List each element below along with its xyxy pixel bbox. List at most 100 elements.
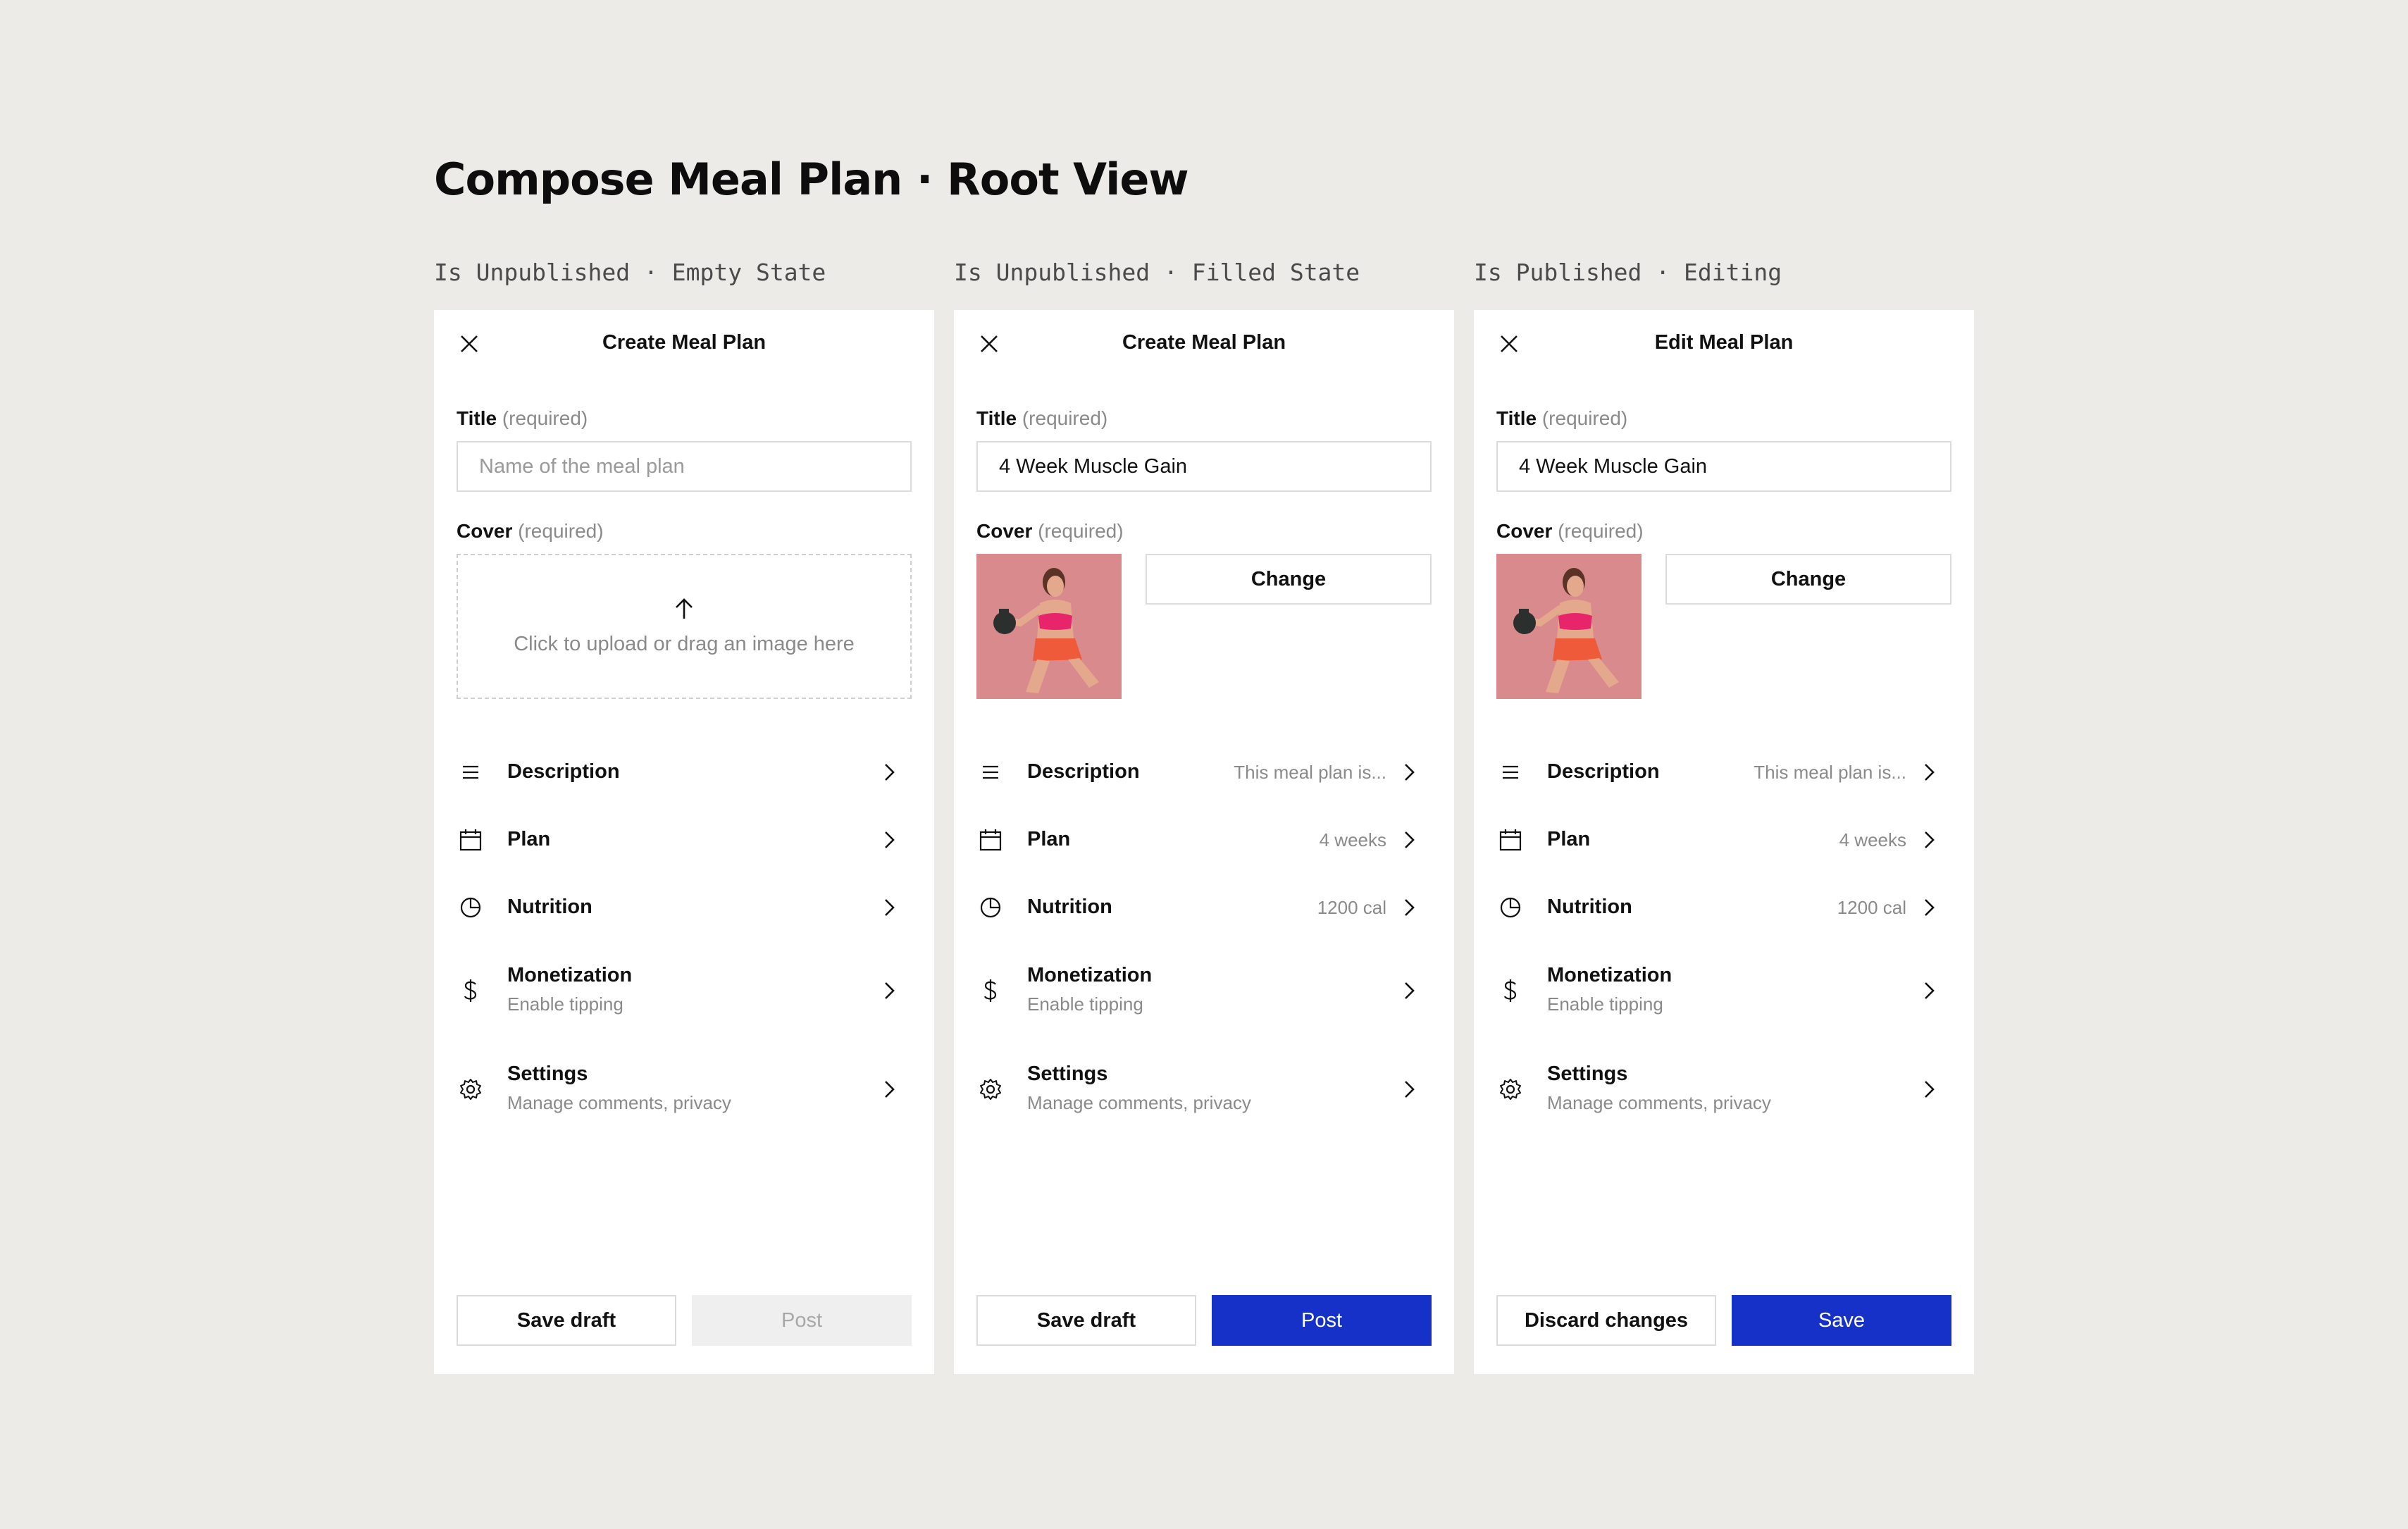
cover-field-label: Cover (required)	[1496, 520, 1644, 542]
compose-panel: Create Meal Plan Title (required) Cover …	[954, 310, 1454, 1374]
menu-item-settings[interactable]: Settings Manage comments, privacy	[1474, 1040, 1974, 1139]
menu-item-nutrition[interactable]: Nutrition 1200 cal	[954, 874, 1454, 941]
cover-field-label: Cover (required)	[457, 520, 604, 542]
calendar-icon	[1496, 826, 1525, 854]
menu-item-plan[interactable]: Plan	[434, 806, 934, 874]
gear-icon	[976, 1075, 1005, 1103]
header-title: Create Meal Plan	[1122, 331, 1286, 354]
chevron-right-icon	[1918, 979, 1940, 1002]
title-input[interactable]	[1496, 441, 1951, 492]
save-button[interactable]: Save	[1732, 1295, 1951, 1346]
title-input[interactable]	[457, 441, 912, 492]
panel-header: Edit Meal Plan	[1474, 310, 1974, 378]
save-draft-button[interactable]: Save draft	[976, 1295, 1196, 1346]
chevron-right-icon	[1398, 896, 1420, 919]
variant-label: Is Unpublished · Filled State	[954, 259, 1360, 286]
menu-item-label: Nutrition	[1027, 896, 1112, 918]
menu-item-settings[interactable]: Settings Manage comments, privacy	[954, 1040, 1454, 1139]
chevron-right-icon	[1398, 1078, 1420, 1101]
post-button[interactable]: Post	[692, 1295, 912, 1346]
menu-item-value: This meal plan is...	[1754, 762, 1906, 783]
chevron-right-icon	[1918, 829, 1940, 851]
menu-item-label: Description	[1027, 760, 1140, 783]
settings-menu: Description This meal plan is... Plan 4 …	[954, 738, 1454, 1139]
menu-item-label: Monetization	[1547, 964, 1672, 986]
menu-item-value: 4 weeks	[1839, 829, 1906, 850]
dollar-icon	[1496, 977, 1525, 1005]
chevron-right-icon	[878, 979, 900, 1002]
menu-item-sublabel: Enable tipping	[1027, 993, 1143, 1015]
pie-chart-icon	[976, 893, 1005, 922]
menu-item-value: 1200 cal	[1317, 897, 1386, 918]
header-title: Edit Meal Plan	[1654, 331, 1794, 354]
upload-hint: Click to upload or drag an image here	[514, 632, 855, 655]
gear-icon	[457, 1075, 485, 1103]
settings-menu: Description This meal plan is... Plan 4 …	[1474, 738, 1974, 1139]
cover-image	[1496, 554, 1641, 699]
chevron-right-icon	[1398, 761, 1420, 784]
panel-header: Create Meal Plan	[954, 310, 1454, 378]
cover-field-label: Cover (required)	[976, 520, 1124, 542]
chevron-right-icon	[1398, 979, 1420, 1002]
lines-icon	[1496, 758, 1525, 786]
variant-empty-state: Is Unpublished · Empty State Create Meal…	[434, 258, 934, 1374]
change-cover-button[interactable]: Change	[1665, 554, 1951, 605]
menu-item-monetization[interactable]: Monetization Enable tipping	[1474, 941, 1974, 1040]
menu-item-plan[interactable]: Plan 4 weeks	[954, 806, 1454, 874]
menu-item-sublabel: Manage comments, privacy	[1547, 1092, 1771, 1113]
menu-item-label: Monetization	[1027, 964, 1153, 986]
chevron-right-icon	[878, 829, 900, 851]
header-title: Create Meal Plan	[602, 331, 767, 354]
menu-item-label: Description	[507, 760, 620, 783]
variant-label: Is Published · Editing	[1474, 259, 1782, 286]
menu-item-label: Plan	[1027, 828, 1071, 850]
menu-item-label: Nutrition	[507, 896, 592, 918]
chevron-right-icon	[878, 761, 900, 784]
menu-item-sublabel: Manage comments, privacy	[507, 1092, 731, 1113]
menu-item-label: Monetization	[507, 964, 633, 986]
menu-item-monetization[interactable]: Monetization Enable tipping	[434, 941, 934, 1040]
menu-item-sublabel: Enable tipping	[507, 993, 623, 1015]
chevron-right-icon	[1918, 761, 1940, 784]
menu-item-description[interactable]: Description	[434, 738, 934, 806]
menu-item-description[interactable]: Description This meal plan is...	[1474, 738, 1974, 806]
pie-chart-icon	[1496, 893, 1525, 922]
menu-item-label: Settings	[1547, 1063, 1628, 1085]
cover-upload-dropzone[interactable]: Click to upload or drag an image here	[457, 554, 912, 699]
chevron-right-icon	[1918, 896, 1940, 919]
compose-panel: Create Meal Plan Title (required) Cover …	[434, 310, 934, 1374]
menu-item-sublabel: Enable tipping	[1547, 993, 1663, 1015]
discard-changes-button[interactable]: Discard changes	[1496, 1295, 1716, 1346]
lines-icon	[976, 758, 1005, 786]
menu-item-value: 4 weeks	[1319, 829, 1386, 850]
menu-item-nutrition[interactable]: Nutrition 1200 cal	[1474, 874, 1974, 941]
menu-item-description[interactable]: Description This meal plan is...	[954, 738, 1454, 806]
change-cover-button[interactable]: Change	[1146, 554, 1432, 605]
calendar-icon	[976, 826, 1005, 854]
title-field-label: Title (required)	[457, 407, 588, 429]
menu-item-plan[interactable]: Plan 4 weeks	[1474, 806, 1974, 874]
menu-item-value: 1200 cal	[1837, 897, 1906, 918]
cover-image	[976, 554, 1122, 699]
variant-label: Is Unpublished · Empty State	[434, 259, 826, 286]
pie-chart-icon	[457, 893, 485, 922]
menu-item-nutrition[interactable]: Nutrition	[434, 874, 934, 941]
dollar-icon	[457, 977, 485, 1005]
gear-icon	[1496, 1075, 1525, 1103]
save-draft-button[interactable]: Save draft	[457, 1295, 676, 1346]
menu-item-label: Description	[1547, 760, 1660, 783]
chevron-right-icon	[1918, 1078, 1940, 1101]
menu-item-monetization[interactable]: Monetization Enable tipping	[954, 941, 1454, 1040]
post-button[interactable]: Post	[1212, 1295, 1432, 1346]
variant-published-editing: Is Published · Editing Edit Meal Plan Ti…	[1474, 258, 1974, 1374]
upload-arrow-icon	[676, 598, 693, 619]
menu-item-label: Nutrition	[1547, 896, 1632, 918]
chevron-right-icon	[878, 1078, 900, 1101]
settings-menu: Description Plan Nutrition Monetization …	[434, 738, 934, 1139]
title-input[interactable]	[976, 441, 1432, 492]
menu-item-settings[interactable]: Settings Manage comments, privacy	[434, 1040, 934, 1139]
menu-item-sublabel: Manage comments, privacy	[1027, 1092, 1251, 1113]
dollar-icon	[976, 977, 1005, 1005]
menu-item-label: Settings	[1027, 1063, 1108, 1085]
menu-item-label: Plan	[507, 828, 551, 850]
